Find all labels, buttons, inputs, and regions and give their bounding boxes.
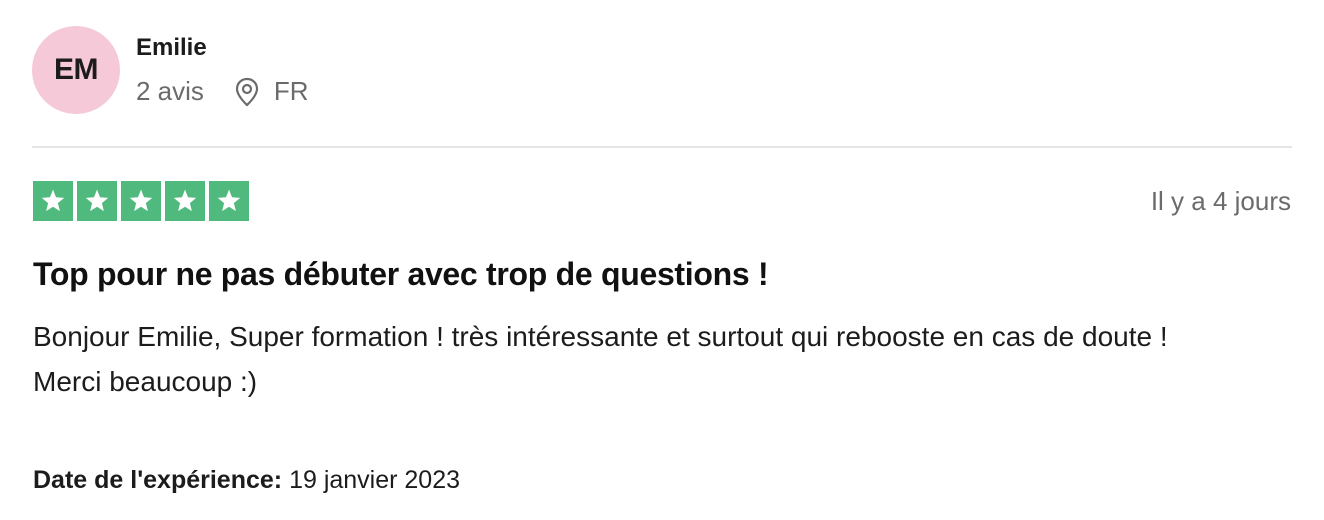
- star-icon: [33, 181, 73, 221]
- star-icon: [77, 181, 117, 221]
- reviewer-name[interactable]: Emilie: [136, 34, 207, 62]
- avatar[interactable]: EM: [32, 26, 120, 114]
- reviewer-country: FR: [273, 76, 309, 106]
- star-icon: [121, 181, 161, 221]
- review-date: Il y a 4 jours: [1150, 186, 1291, 216]
- experience-date-label: Date de l'expérience:: [33, 466, 290, 494]
- review-count: 2 avis: [136, 76, 204, 106]
- review-body: Bonjour Emilie, Super formation ! très i…: [33, 314, 1283, 404]
- review-body-paragraph: Merci beaucoup :): [33, 366, 258, 397]
- reviewer-meta: 2 avis FR: [136, 76, 309, 107]
- review-title[interactable]: Top pour ne pas débuter avec trop de que…: [33, 256, 769, 293]
- review-body-paragraph: Bonjour Emilie, Super formation ! très i…: [33, 321, 1168, 352]
- experience-date-value: 19 janvier 2023: [289, 466, 461, 494]
- divider: [32, 146, 1292, 148]
- review-card: EM Emilie 2 avis FR Il y a 4 jours Top p…: [0, 0, 1324, 520]
- location-pin-icon: [234, 77, 260, 107]
- experience-date: Date de l'expérience: 19 janvier 2023: [33, 466, 460, 495]
- star-icon: [209, 181, 249, 221]
- star-rating: [33, 181, 249, 221]
- star-icon: [165, 181, 205, 221]
